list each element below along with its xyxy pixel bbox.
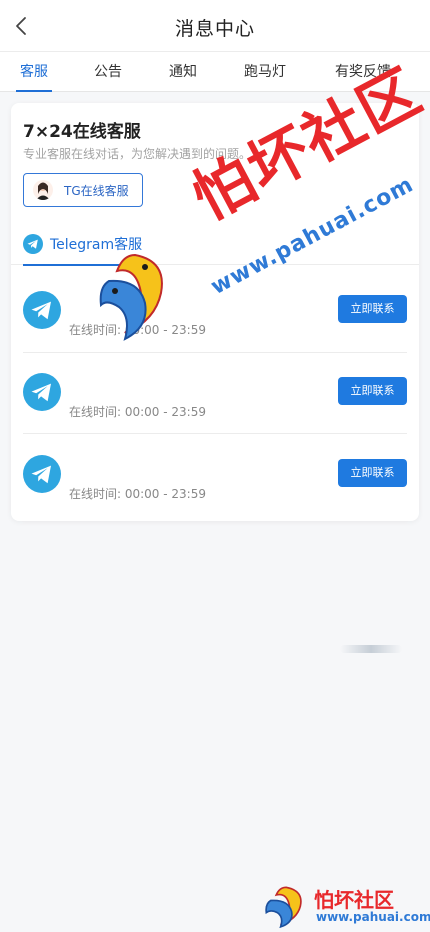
card-subtitle: 专业客服在线对话，为您解决遇到的问题。 [23, 147, 252, 161]
online-hours: 在线时间: 00:00 - 23:59 [69, 405, 206, 419]
list-item: 在线时间: 00:00 - 23:59 立即联系 [23, 353, 407, 433]
tab-notification[interactable]: 通知 [161, 52, 205, 92]
online-hours: 在线时间: 00:00 - 23:59 [69, 323, 206, 337]
card-title: 7×24在线客服 [23, 122, 141, 142]
tab-feedback[interactable]: 有奖反馈 [326, 52, 400, 92]
contact-now-button[interactable]: 立即联系 [338, 377, 407, 405]
list-item: 在线时间: 00:00 - 23:59 立即联系 [23, 435, 407, 515]
tab-marquee[interactable]: 跑马灯 [235, 52, 295, 92]
telegram-icon [23, 373, 61, 411]
divider [23, 433, 407, 434]
sub-tab-telegram[interactable]: Telegram客服 [23, 223, 142, 266]
support-card: 7×24在线客服 专业客服在线对话，为您解决遇到的问题。 TG在线客服 Tele… [11, 103, 419, 521]
telegram-icon [23, 234, 43, 254]
fish-logo-icon [265, 886, 302, 928]
contact-now-button[interactable]: 立即联系 [338, 295, 407, 323]
online-hours: 在线时间: 00:00 - 23:59 [69, 487, 206, 501]
tg-support-button[interactable]: TG在线客服 [23, 173, 143, 207]
telegram-icon [23, 455, 61, 493]
header: 消息中心 [0, 0, 430, 52]
telegram-icon [23, 291, 61, 329]
tab-customer-service[interactable]: 客服 [12, 52, 56, 92]
list-item: 在线时间: 00:00 - 23:59 立即联系 [23, 271, 407, 351]
tab-announcement[interactable]: 公告 [86, 52, 130, 92]
message-center-page: 消息中心 客服 公告 通知 跑马灯 有奖反馈 7×24在线客服 专业客服在线对话… [0, 0, 430, 932]
tg-support-label: TG在线客服 [64, 184, 129, 198]
footer-logo: 怕坏社区 www.pahuai.com [262, 880, 430, 930]
footer-logo-url: www.pahuai.com [316, 910, 430, 924]
smudge [340, 645, 402, 653]
sub-tab-bar: Telegram客服 [11, 223, 419, 266]
sub-tab-label: Telegram客服 [50, 237, 143, 253]
tab-bar: 客服 公告 通知 跑马灯 有奖反馈 [0, 52, 430, 92]
contact-now-button[interactable]: 立即联系 [338, 459, 407, 487]
footer-logo-name: 怕坏社区 [314, 888, 394, 912]
avatar [33, 180, 53, 200]
page-title: 消息中心 [174, 18, 255, 40]
